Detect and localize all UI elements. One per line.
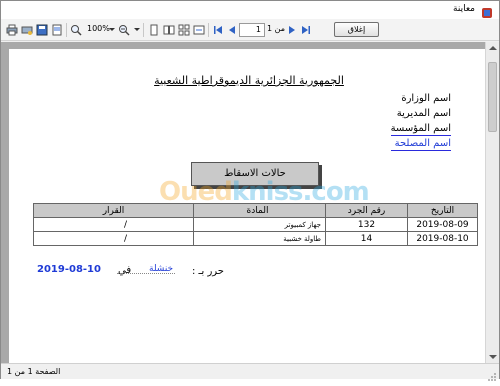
cell-inventory-no: 132 xyxy=(325,217,408,232)
cell-item: جهاز كمبيوتر xyxy=(193,217,326,232)
cell-date: 2019-08-10 xyxy=(407,231,478,246)
col-header-inventory-no: رقم الجرد xyxy=(325,203,408,218)
table-row: 2019-08-09 132 جهاز كمبيوتر / xyxy=(33,217,478,232)
next-page-icon[interactable] xyxy=(285,23,299,37)
report-title: الجمهورية الجزائرية الديموقراطية الشعبية xyxy=(154,74,344,87)
page-number-input[interactable]: 1 xyxy=(239,23,265,37)
vertical-scrollbar[interactable] xyxy=(485,42,499,363)
cell-item: طاولة خشبية xyxy=(193,231,326,246)
single-page-icon[interactable] xyxy=(147,23,161,37)
col-header-item: المادة xyxy=(193,203,326,218)
col-header-decision: القرار xyxy=(33,203,194,218)
ministry-label: اسم الوزارة xyxy=(401,93,451,104)
window-title: معاينة xyxy=(453,4,475,14)
page-status: الصفحة 1 من 1 xyxy=(7,367,61,376)
page-width-icon[interactable] xyxy=(192,23,206,37)
toolbar: 100% 1 من 1 إغلاق xyxy=(1,19,499,41)
export-icon[interactable] xyxy=(50,23,64,37)
prev-page-icon[interactable] xyxy=(225,23,239,37)
toolbar-separator xyxy=(208,23,209,37)
signature-label: حرر بـ : xyxy=(192,266,224,277)
hierarchy-underline xyxy=(391,150,451,151)
status-bar: الصفحة 1 من 1 xyxy=(1,363,499,381)
preview-viewport[interactable]: الجمهورية الجزائرية الديموقراطية الشعبية… xyxy=(1,42,499,363)
multi-page-icon[interactable] xyxy=(177,23,191,37)
cell-decision: / xyxy=(33,231,194,246)
app-icon xyxy=(481,4,493,18)
save-icon[interactable] xyxy=(35,23,49,37)
preview-window: معاينة 100% 1 من 1 إغلاق الجمهورية الجزا… xyxy=(0,0,500,381)
table-header-row: التاريخ رقم الجرد المادة القرار xyxy=(33,203,478,218)
table-row: 2019-08-10 14 طاولة خشبية / xyxy=(33,231,478,246)
write-off-table: التاريخ رقم الجرد المادة القرار 2019-08-… xyxy=(33,203,478,246)
resize-grip-icon[interactable] xyxy=(487,367,497,381)
cell-decision: / xyxy=(33,217,194,232)
first-page-icon[interactable] xyxy=(211,23,225,37)
report-page: الجمهورية الجزائرية الديموقراطية الشعبية… xyxy=(9,49,486,363)
signature-in-word: في xyxy=(118,265,132,276)
scroll-down-icon[interactable] xyxy=(489,355,497,359)
cell-inventory-no: 14 xyxy=(325,231,408,246)
directorate-label: اسم المديرية xyxy=(396,108,451,119)
close-button[interactable]: إغلاق xyxy=(334,22,379,37)
signature-place: خنشلة xyxy=(149,264,174,274)
toolbar-separator xyxy=(143,23,144,37)
zoom-level[interactable]: 100% xyxy=(87,24,110,33)
scroll-thumb[interactable] xyxy=(488,62,497,132)
cell-date: 2019-08-09 xyxy=(407,217,478,232)
institution-label: اسم المؤسسة xyxy=(390,123,451,134)
service-label: اسم المصلحة xyxy=(394,138,451,149)
hierarchy-underline xyxy=(391,135,451,136)
zoom-dropdown-icon[interactable] xyxy=(109,28,115,31)
print-setup-icon[interactable] xyxy=(20,23,34,37)
zoom-icon[interactable] xyxy=(69,23,83,37)
toolbar-separator xyxy=(66,23,67,37)
title-bar: معاينة xyxy=(1,1,499,19)
page-count: من 1 xyxy=(267,24,286,33)
signature-date: 2019-08-10 xyxy=(37,264,101,275)
zoom-out-dropdown-icon[interactable] xyxy=(134,28,140,31)
zoom-out-icon[interactable] xyxy=(117,23,131,37)
last-page-icon[interactable] xyxy=(299,23,313,37)
two-pages-icon[interactable] xyxy=(162,23,176,37)
print-icon[interactable] xyxy=(5,23,19,37)
col-header-date: التاريخ xyxy=(407,203,478,218)
scroll-up-icon[interactable] xyxy=(489,46,497,50)
